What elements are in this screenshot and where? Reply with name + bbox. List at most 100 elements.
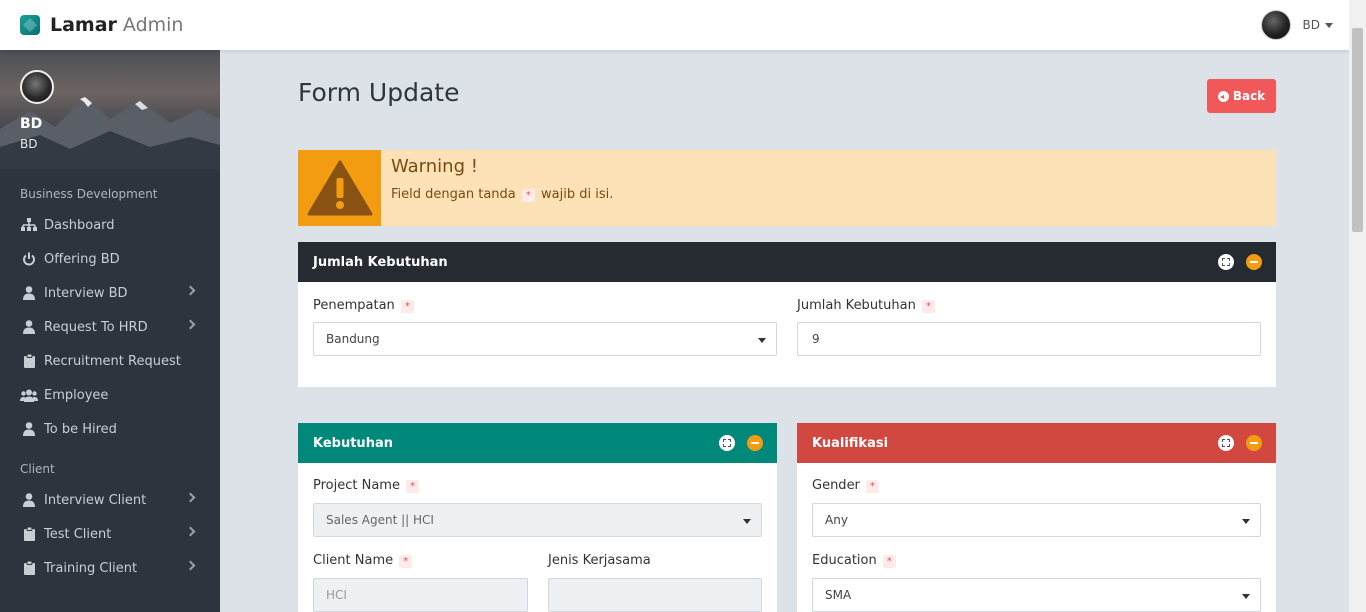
collapse-icon[interactable]	[1246, 435, 1262, 451]
sidebar-item-recruitment-request[interactable]: Recruitment Request	[0, 344, 220, 378]
sidebar-item-label: Interview BD	[44, 285, 128, 301]
sidebar-item-interview-bd[interactable]: Interview BD	[0, 276, 220, 310]
project-name-value: Sales Agent || HCI	[326, 513, 434, 527]
expand-icon[interactable]	[1218, 435, 1234, 451]
page-title: Form Update	[298, 78, 460, 107]
clipboard-icon	[20, 353, 38, 369]
caret-down-icon[interactable]	[1325, 22, 1333, 28]
brand-name: Lamar	[50, 14, 117, 36]
sidebar: BD BD Business Development Dashboard Off…	[0, 50, 220, 612]
sidebar-item-label: Recruitment Request	[44, 353, 181, 369]
sidebar-item-label: Offering BD	[44, 251, 120, 267]
required-marker: *	[400, 300, 414, 313]
dropdown-arrow-icon	[1242, 594, 1250, 599]
back-button-label: Back	[1232, 89, 1266, 103]
sidebar-profile: BD BD	[0, 50, 220, 169]
penempatan-select[interactable]: Bandung	[313, 322, 777, 356]
scrollbar-thumb[interactable]	[1352, 28, 1363, 232]
panel-jumlah-kebutuhan: Jumlah Kebutuhan Penempatan * Bandung Ju…	[298, 242, 1276, 387]
education-value: SMA	[825, 588, 852, 602]
brand-subtitle: Admin	[122, 14, 184, 36]
penempatan-label: Penempatan *	[313, 298, 416, 313]
top-navbar: Lamar Admin BD	[0, 0, 1349, 50]
jenis-kerjasama-input[interactable]	[548, 578, 762, 612]
client-name-input[interactable]: HCI	[313, 578, 528, 612]
menu-section-client: Client	[20, 462, 55, 476]
user-icon	[20, 492, 38, 508]
user-menu[interactable]: BD	[1260, 10, 1333, 40]
brand[interactable]: Lamar Admin	[20, 14, 183, 36]
gender-label-text: Gender	[812, 478, 860, 493]
client-name-label: Client Name *	[313, 553, 414, 568]
sitemap-icon	[20, 217, 38, 233]
expand-icon[interactable]	[1218, 254, 1234, 270]
sidebar-item-label: Interview Client	[44, 492, 147, 508]
expand-icon[interactable]	[719, 435, 735, 451]
profile-name: BD	[20, 116, 43, 132]
warning-message: Field dengan tanda * wajib di isi.	[391, 187, 613, 202]
sidebar-item-to-be-hired[interactable]: To be Hired	[0, 412, 220, 446]
chevron-right-icon	[185, 560, 196, 571]
panel-kebutuhan: Kebutuhan Project Name * Sales Agent || …	[298, 423, 777, 612]
clipboard-icon	[20, 560, 38, 576]
warning-callout: Warning ! Field dengan tanda * wajib di …	[298, 150, 1276, 226]
collapse-icon[interactable]	[1246, 254, 1262, 270]
jumlah-kebutuhan-input[interactable]: 9	[797, 322, 1261, 356]
chevron-right-icon	[185, 526, 196, 537]
required-marker: *	[921, 300, 935, 313]
user-avatar[interactable]	[1260, 10, 1291, 40]
sidebar-item-employee[interactable]: Employee	[0, 378, 220, 412]
warning-text-after: wajib di isi.	[541, 187, 614, 202]
chevron-right-icon	[185, 492, 196, 503]
chevron-right-icon	[185, 285, 196, 296]
required-marker: *	[866, 480, 880, 493]
jumlah-kebutuhan-label-text: Jumlah Kebutuhan	[797, 298, 916, 313]
user-icon	[20, 319, 38, 335]
sidebar-item-training-client[interactable]: Training Client	[0, 551, 220, 585]
education-select[interactable]: SMA	[812, 578, 1261, 612]
sidebar-item-dashboard[interactable]: Dashboard	[0, 208, 220, 242]
project-name-label: Project Name *	[313, 478, 421, 493]
chevron-right-icon	[185, 319, 196, 330]
profile-avatar[interactable]	[20, 70, 54, 104]
warning-icon	[298, 150, 381, 226]
back-button[interactable]: Back	[1207, 79, 1276, 113]
sidebar-item-label: Employee	[44, 387, 109, 403]
sidebar-item-request-to-hrd[interactable]: Request To HRD	[0, 310, 220, 344]
panel-title: Jumlah Kebutuhan	[313, 254, 448, 270]
panel-title: Kualifikasi	[812, 435, 889, 451]
brand-logo-icon	[20, 15, 40, 35]
user-menu-name[interactable]: BD	[1303, 18, 1320, 32]
sidebar-item-interview-client[interactable]: Interview Client	[0, 483, 220, 517]
required-marker: *	[521, 189, 535, 202]
required-marker: *	[882, 555, 896, 568]
education-label-text: Education	[812, 553, 877, 568]
project-name-label-text: Project Name	[313, 478, 400, 493]
page-scrollbar[interactable]	[1349, 0, 1366, 612]
warning-text-before: Field dengan tanda	[391, 187, 516, 202]
sidebar-item-label: Dashboard	[44, 217, 115, 233]
jenis-kerjasama-label: Jenis Kerjasama	[548, 553, 651, 568]
required-marker: *	[406, 480, 420, 493]
profile-role: BD	[20, 137, 38, 151]
gender-select[interactable]: Any	[812, 503, 1261, 537]
project-name-select[interactable]: Sales Agent || HCI	[313, 503, 762, 537]
client-name-value: HCI	[326, 588, 347, 602]
penempatan-value: Bandung	[326, 332, 380, 346]
required-marker: *	[399, 555, 413, 568]
penempatan-label-text: Penempatan	[313, 298, 395, 313]
panel-header: Kebutuhan	[298, 423, 777, 463]
panel-title: Kebutuhan	[313, 435, 393, 451]
collapse-icon[interactable]	[747, 435, 763, 451]
sidebar-item-test-client[interactable]: Test Client	[0, 517, 220, 551]
users-icon	[20, 387, 38, 403]
dropdown-arrow-icon	[743, 519, 751, 524]
clipboard-icon	[20, 526, 38, 542]
warning-title: Warning !	[391, 156, 478, 177]
menu-section-business-development: Business Development	[20, 187, 158, 201]
gender-value: Any	[825, 513, 848, 527]
client-name-label-text: Client Name	[313, 553, 394, 568]
sidebar-item-offering-bd[interactable]: Offering BD	[0, 242, 220, 276]
dropdown-arrow-icon	[1242, 519, 1250, 524]
panel-header: Kualifikasi	[797, 423, 1276, 463]
